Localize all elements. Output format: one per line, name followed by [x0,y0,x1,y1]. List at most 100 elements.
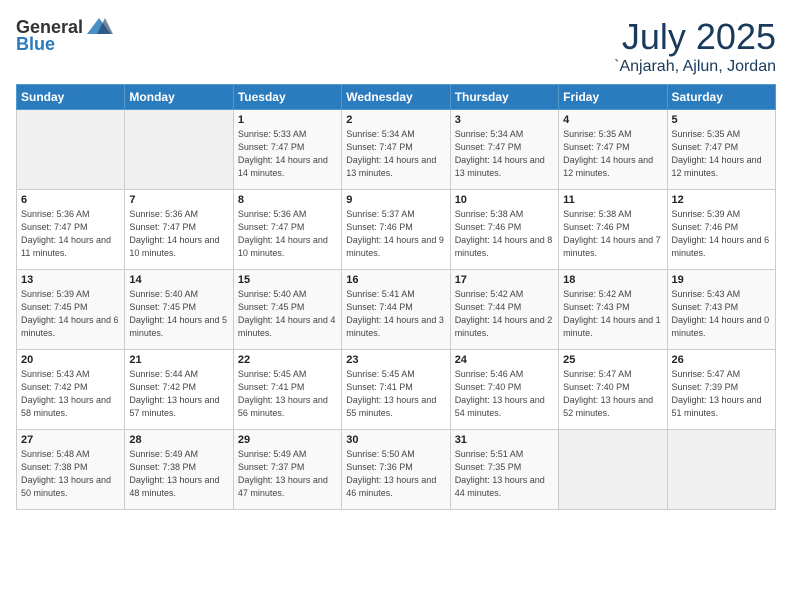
calendar-week-row: 1Sunrise: 5:33 AMSunset: 7:47 PMDaylight… [17,110,776,190]
day-info: Sunrise: 5:39 AMSunset: 7:46 PMDaylight:… [672,208,771,260]
day-number: 7 [129,194,228,206]
calendar-day-cell: 21 Sunrise: 5:44 AMSunset: 7:42 PMDayligh… [125,350,233,430]
day-number: 12 [672,194,771,206]
day-of-week-header: Monday [125,85,233,110]
day-info: Sunrise: 5:42 AMSunset: 7:43 PMDaylight:… [563,288,662,340]
calendar-day-cell: 16 Sunrise: 5:41 AMSunset: 7:44 PMDayligh… [342,270,450,350]
day-info: Sunrise: 5:48 AMSunset: 7:38 PMDaylight:… [21,448,120,500]
day-info: Sunrise: 5:36 AMSunset: 7:47 PMDaylight:… [238,208,337,260]
day-info: Sunrise: 5:43 AMSunset: 7:43 PMDaylight:… [672,288,771,340]
calendar-day-cell: 22Sunrise: 5:45 AMSunset: 7:41 PMDayligh… [233,350,341,430]
day-number: 29 [238,434,337,446]
calendar-day-cell: 10 Sunrise: 5:38 AMSunset: 7:46 PMDayligh… [450,190,558,270]
day-number: 3 [455,114,554,126]
calendar-day-cell: 25Sunrise: 5:47 AMSunset: 7:40 PMDayligh… [559,350,667,430]
day-info: Sunrise: 5:43 AMSunset: 7:42 PMDaylight:… [21,368,120,420]
location-title: `Anjarah, Ajlun, Jordan [614,58,776,76]
day-info: Sunrise: 5:40 AMSunset: 7:45 PMDaylight:… [238,288,337,340]
day-of-week-header: Wednesday [342,85,450,110]
day-number: 4 [563,114,662,126]
day-info: Sunrise: 5:37 AMSunset: 7:46 PMDaylight:… [346,208,445,260]
calendar-day-cell: 5 Sunrise: 5:35 AMSunset: 7:47 PMDaylight… [667,110,775,190]
day-info: Sunrise: 5:33 AMSunset: 7:47 PMDaylight:… [238,128,337,180]
day-number: 15 [238,274,337,286]
calendar-day-cell: 13 Sunrise: 5:39 AMSunset: 7:45 PMDayligh… [17,270,125,350]
day-info: Sunrise: 5:36 AMSunset: 7:47 PMDaylight:… [21,208,120,260]
calendar-week-row: 13 Sunrise: 5:39 AMSunset: 7:45 PMDayligh… [17,270,776,350]
calendar-day-cell: 11Sunrise: 5:38 AMSunset: 7:46 PMDayligh… [559,190,667,270]
calendar-day-cell: 30Sunrise: 5:50 AMSunset: 7:36 PMDayligh… [342,430,450,510]
calendar-week-row: 6Sunrise: 5:36 AMSunset: 7:47 PMDaylight… [17,190,776,270]
day-number: 5 [672,114,771,126]
calendar-day-cell: 17 Sunrise: 5:42 AMSunset: 7:44 PMDayligh… [450,270,558,350]
title-block: July 2025 `Anjarah, Ajlun, Jordan [614,16,776,76]
day-number: 16 [346,274,445,286]
day-number: 14 [129,274,228,286]
day-number: 28 [129,434,228,446]
calendar-day-cell: 2Sunrise: 5:34 AMSunset: 7:47 PMDaylight… [342,110,450,190]
calendar-table: SundayMondayTuesdayWednesdayThursdayFrid… [16,84,776,510]
day-number: 13 [21,274,120,286]
day-number: 2 [346,114,445,126]
logo-blue: Blue [16,34,55,55]
calendar-day-cell: 24 Sunrise: 5:46 AMSunset: 7:40 PMDayligh… [450,350,558,430]
calendar-day-cell [125,110,233,190]
month-title: July 2025 [614,16,776,58]
day-info: Sunrise: 5:44 AMSunset: 7:42 PMDaylight:… [129,368,228,420]
day-number: 31 [455,434,554,446]
calendar-day-cell: 31 Sunrise: 5:51 AMSunset: 7:35 PMDayligh… [450,430,558,510]
day-number: 19 [672,274,771,286]
day-info: Sunrise: 5:35 AMSunset: 7:47 PMDaylight:… [563,128,662,180]
day-number: 17 [455,274,554,286]
calendar-day-cell: 4 Sunrise: 5:35 AMSunset: 7:47 PMDaylight… [559,110,667,190]
calendar-day-cell: 7Sunrise: 5:36 AMSunset: 7:47 PMDaylight… [125,190,233,270]
logo-icon [85,16,113,38]
calendar-week-row: 20 Sunrise: 5:43 AMSunset: 7:42 PMDayligh… [17,350,776,430]
day-info: Sunrise: 5:34 AMSunset: 7:47 PMDaylight:… [455,128,554,180]
day-info: Sunrise: 5:42 AMSunset: 7:44 PMDaylight:… [455,288,554,340]
day-number: 9 [346,194,445,206]
day-number: 25 [563,354,662,366]
calendar-day-cell: 8 Sunrise: 5:36 AMSunset: 7:47 PMDaylight… [233,190,341,270]
day-number: 22 [238,354,337,366]
day-info: Sunrise: 5:46 AMSunset: 7:40 PMDaylight:… [455,368,554,420]
calendar-day-cell: 29 Sunrise: 5:49 AMSunset: 7:37 PMDayligh… [233,430,341,510]
calendar-day-cell: 27 Sunrise: 5:48 AMSunset: 7:38 PMDayligh… [17,430,125,510]
calendar-day-cell: 26 Sunrise: 5:47 AMSunset: 7:39 PMDayligh… [667,350,775,430]
day-info: Sunrise: 5:39 AMSunset: 7:45 PMDaylight:… [21,288,120,340]
day-info: Sunrise: 5:49 AMSunset: 7:37 PMDaylight:… [238,448,337,500]
day-info: Sunrise: 5:41 AMSunset: 7:44 PMDaylight:… [346,288,445,340]
day-number: 21 [129,354,228,366]
day-of-week-header: Saturday [667,85,775,110]
calendar-day-cell: 20 Sunrise: 5:43 AMSunset: 7:42 PMDayligh… [17,350,125,430]
calendar-day-cell: 23 Sunrise: 5:45 AMSunset: 7:41 PMDayligh… [342,350,450,430]
day-of-week-header: Friday [559,85,667,110]
calendar-day-cell: 1Sunrise: 5:33 AMSunset: 7:47 PMDaylight… [233,110,341,190]
day-of-week-header: Tuesday [233,85,341,110]
day-number: 8 [238,194,337,206]
day-number: 26 [672,354,771,366]
day-info: Sunrise: 5:38 AMSunset: 7:46 PMDaylight:… [455,208,554,260]
day-info: Sunrise: 5:45 AMSunset: 7:41 PMDaylight:… [346,368,445,420]
day-number: 24 [455,354,554,366]
day-number: 10 [455,194,554,206]
day-info: Sunrise: 5:35 AMSunset: 7:47 PMDaylight:… [672,128,771,180]
calendar-day-cell: 14 Sunrise: 5:40 AMSunset: 7:45 PMDayligh… [125,270,233,350]
day-number: 23 [346,354,445,366]
calendar-day-cell: 9 Sunrise: 5:37 AMSunset: 7:46 PMDaylight… [342,190,450,270]
day-info: Sunrise: 5:40 AMSunset: 7:45 PMDaylight:… [129,288,228,340]
day-info: Sunrise: 5:49 AMSunset: 7:38 PMDaylight:… [129,448,228,500]
day-number: 30 [346,434,445,446]
day-of-week-header: Sunday [17,85,125,110]
day-number: 27 [21,434,120,446]
calendar-header-row: SundayMondayTuesdayWednesdayThursdayFrid… [17,85,776,110]
day-number: 11 [563,194,662,206]
day-number: 20 [21,354,120,366]
calendar-day-cell: 6Sunrise: 5:36 AMSunset: 7:47 PMDaylight… [17,190,125,270]
calendar-day-cell: 19 Sunrise: 5:43 AMSunset: 7:43 PMDayligh… [667,270,775,350]
calendar-day-cell [17,110,125,190]
day-info: Sunrise: 5:47 AMSunset: 7:39 PMDaylight:… [672,368,771,420]
day-info: Sunrise: 5:51 AMSunset: 7:35 PMDaylight:… [455,448,554,500]
day-of-week-header: Thursday [450,85,558,110]
logo: General Blue [16,16,115,55]
